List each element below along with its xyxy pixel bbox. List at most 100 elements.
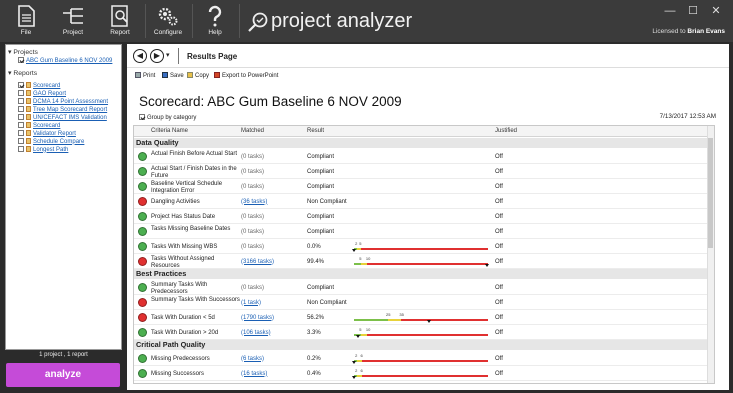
value-marker-icon — [426, 319, 431, 323]
justified-value[interactable]: Off — [495, 315, 503, 321]
table-row[interactable]: Dangling Activities (36 tasks) Non Complia… — [134, 194, 714, 209]
report-checkbox[interactable] — [18, 137, 24, 144]
project-checkbox[interactable] — [18, 57, 24, 63]
report-checkbox[interactable] — [18, 105, 24, 112]
group-by-check[interactable] — [139, 114, 145, 120]
table-row[interactable]: Summary Tasks With Successors (1 task) Non… — [134, 295, 714, 310]
matched-tasks-link[interactable]: (106 tasks) — [241, 330, 271, 336]
justified-value[interactable]: Off — [495, 229, 503, 235]
projects-header-label: Projects — [13, 49, 38, 56]
report-checkbox[interactable] — [18, 129, 24, 136]
matched-tasks-link[interactable]: (36 tasks) — [241, 199, 267, 205]
license-user: Brian Evans — [687, 28, 725, 35]
vertical-scrollbar[interactable] — [707, 126, 714, 383]
report-item[interactable]: Longest Path — [18, 145, 68, 154]
justified-value[interactable]: Off — [495, 371, 503, 377]
table-row[interactable]: Project Has Status Date (0 tasks) Complian… — [134, 209, 714, 224]
report-button[interactable]: Report — [97, 2, 143, 40]
save-button[interactable]: Save — [162, 72, 184, 79]
export-powerpoint-button[interactable]: Export to PowerPoint — [214, 72, 278, 79]
matched-tasks-link[interactable]: (1790 tasks) — [241, 315, 274, 321]
file-button[interactable]: File — [3, 2, 49, 40]
result-value: Compliant — [307, 153, 335, 160]
justified-value[interactable]: Off — [495, 169, 503, 175]
matched-tasks-link[interactable]: (3166 tasks) — [241, 259, 274, 265]
report-checkbox[interactable] — [18, 121, 24, 128]
result-value: 3.3% — [307, 329, 321, 336]
col-result[interactable]: Result — [307, 128, 324, 134]
print-button[interactable]: Print — [135, 72, 155, 79]
justified-value[interactable]: Off — [495, 244, 503, 250]
table-row[interactable]: Actual Start / Finish Dates in the Futur… — [134, 164, 714, 179]
matched-tasks-link[interactable]: (6 tasks) — [241, 356, 264, 362]
history-dropdown[interactable]: ▾ — [166, 51, 170, 59]
configure-button[interactable]: Configure — [145, 2, 191, 40]
left-panel: ▾ Projects ABC Gum Baseline 6 NOV 2009 ▾… — [5, 44, 122, 350]
report-item[interactable]: Schedule Compare — [18, 137, 84, 146]
status-green-icon — [138, 369, 147, 378]
table-row[interactable]: Actual Finish Before Actual Start (0 task… — [134, 149, 714, 164]
report-item[interactable]: DCMA 14 Point Assessment — [18, 97, 108, 106]
justified-value[interactable]: Off — [495, 199, 503, 205]
threshold-bar: 26 — [352, 368, 488, 379]
col-matched[interactable]: Matched — [241, 128, 264, 134]
report-item[interactable]: Validator Report — [18, 129, 76, 138]
table-row[interactable]: Summary Tasks With Predecessors (0 tasks)… — [134, 280, 714, 295]
justified-value[interactable]: Off — [495, 330, 503, 336]
matched-tasks: (0 tasks) — [241, 284, 265, 291]
justified-value[interactable]: Off — [495, 154, 503, 160]
col-criteria-name[interactable]: Criteria Name — [151, 128, 188, 134]
report-item[interactable]: Scorecard — [18, 121, 60, 130]
minimize-button[interactable]: — — [662, 4, 678, 18]
reports-header-label: Reports — [13, 70, 38, 77]
report-item[interactable]: UN/CEFACT IMS Validation — [18, 113, 107, 122]
restore-button[interactable]: ☐ — [685, 4, 701, 18]
report-item[interactable]: Scorecard — [18, 82, 60, 90]
close-button[interactable]: ✕ — [708, 4, 724, 18]
report-item[interactable]: Tree Map Scorecard Report — [18, 105, 108, 114]
col-justified[interactable]: Justified — [495, 128, 517, 134]
matched-tasks-link[interactable]: (1 task) — [241, 300, 261, 306]
criteria-name: Actual Start / Finish Dates in the Futur… — [151, 166, 237, 179]
print-label: Print — [143, 73, 156, 79]
criteria-name: Project Has Status Date — [151, 213, 216, 220]
group-by-checkbox[interactable]: Group by category — [139, 114, 196, 121]
table-row[interactable]: Tasks Without Assigned Resources (3166 ta… — [134, 254, 714, 269]
threshold-label: 5 — [359, 241, 362, 246]
justified-value[interactable]: Off — [495, 300, 503, 306]
table-row[interactable]: Tasks With Missing WBS (0 tasks) 0.0% Off 2 5 — [134, 239, 714, 254]
project-button[interactable]: Project — [50, 2, 96, 40]
justified-value[interactable]: Off — [495, 285, 503, 291]
back-button[interactable]: ◀ — [133, 49, 147, 63]
result-value: 0.2% — [307, 355, 321, 362]
justified-value[interactable]: Off — [495, 184, 503, 190]
report-checkbox[interactable] — [18, 97, 24, 104]
project-item[interactable]: ABC Gum Baseline 6 NOV 2009 — [18, 57, 112, 65]
table-row[interactable]: Task With Duration < 5d (1790 tasks) 56.2%… — [134, 310, 714, 325]
matched-tasks-link[interactable]: (16 tasks) — [241, 371, 267, 377]
report-item[interactable]: GAO Report — [18, 89, 66, 98]
report-checkbox[interactable] — [18, 113, 24, 120]
analyze-button[interactable]: analyze — [6, 363, 120, 387]
report-checkbox[interactable] — [18, 145, 24, 152]
report-checkbox[interactable] — [18, 82, 24, 88]
table-row[interactable]: Missing Successors (16 tasks) 0.4% Off 2 6 — [134, 366, 714, 381]
justified-value[interactable]: Off — [495, 214, 503, 220]
copy-button[interactable]: Copy — [187, 72, 209, 79]
justified-value[interactable]: Off — [495, 259, 503, 265]
status-green-icon — [138, 328, 147, 337]
report-checkbox[interactable] — [18, 89, 24, 96]
report-label: Tree Map Scorecard Report — [33, 106, 108, 113]
justified-value[interactable]: Off — [495, 356, 503, 362]
criteria-name: Tasks Missing Baseline Dates — [151, 226, 231, 232]
table-row[interactable]: Tasks with Constrained510 — [134, 381, 714, 383]
table-row[interactable]: Tasks Missing Baseline Dates (0 tasks) Com… — [134, 224, 714, 239]
forward-button[interactable]: ▶ — [150, 49, 164, 63]
reports-header[interactable]: ▾ Reports — [8, 69, 37, 77]
table-row[interactable]: Missing Predecessors (6 tasks) 0.2% Off 2 6 — [134, 351, 714, 366]
projects-header[interactable]: ▾ Projects — [8, 48, 38, 56]
help-button[interactable]: Help — [192, 2, 238, 40]
table-row[interactable]: Baseline Vertical Schedule Integration E… — [134, 179, 714, 194]
scrollbar-thumb[interactable] — [708, 138, 713, 248]
table-row[interactable]: Task With Duration > 20d (106 tasks) 3.3% O… — [134, 325, 714, 340]
